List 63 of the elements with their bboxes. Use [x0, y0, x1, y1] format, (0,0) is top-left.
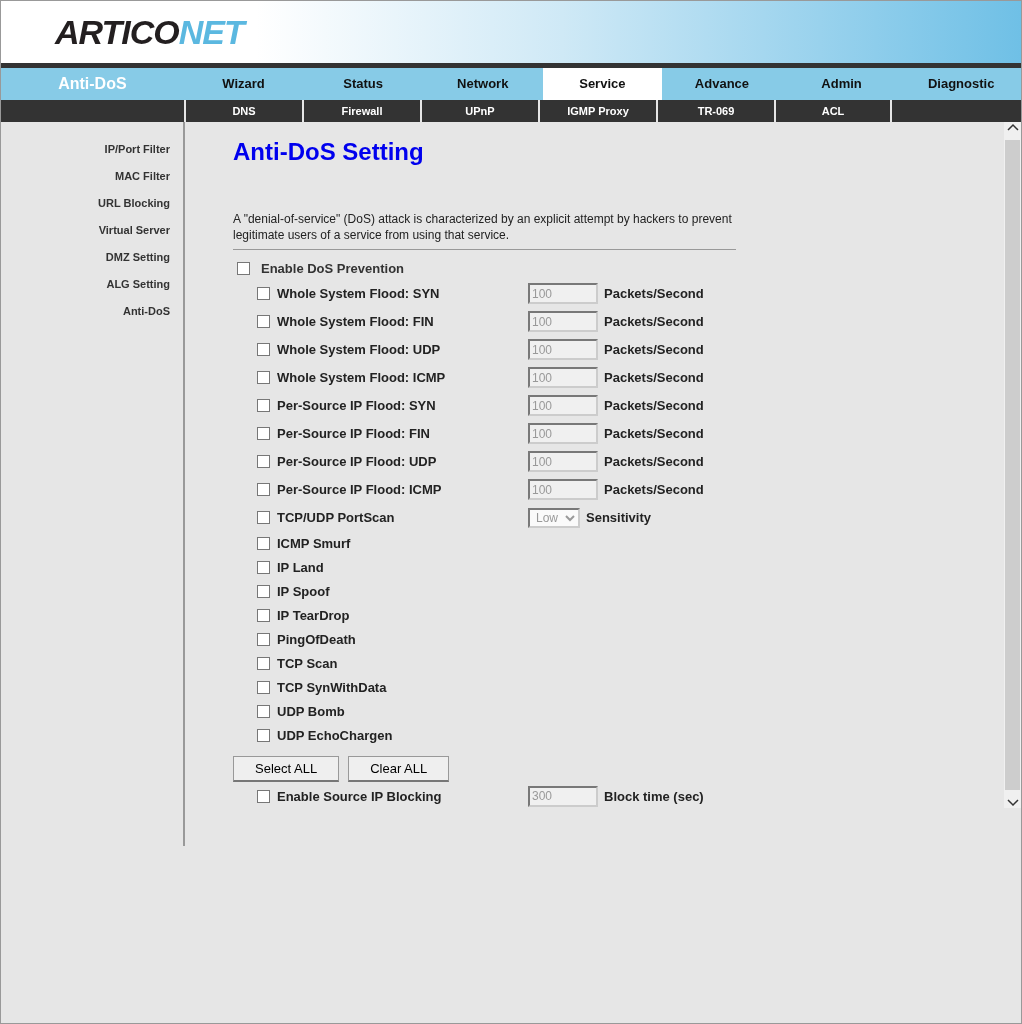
checkbox-label: TCP/UDP PortScan	[277, 509, 396, 528]
checkbox-label: TCP SynWithData	[277, 679, 388, 698]
checkbox[interactable]	[257, 585, 270, 599]
page-title: Anti-DoS Setting	[233, 138, 425, 167]
action-button[interactable]: Select ALL	[233, 755, 340, 783]
sub-tab[interactable]: ACL	[774, 100, 892, 122]
checkbox-label: Per-Source IP Flood: ICMP	[277, 481, 443, 500]
checkbox-label: UDP Bomb	[277, 703, 346, 722]
checkbox-label: IP TearDrop	[277, 607, 351, 626]
unit-label: Sensitivity	[586, 509, 652, 528]
checkbox-label: TCP Scan	[277, 655, 339, 674]
checkbox-label: IP Land	[277, 559, 325, 578]
checkbox-label: IP Spoof	[277, 583, 331, 602]
checkbox[interactable]	[257, 705, 270, 719]
checkbox-label: Whole System Flood: SYN	[277, 285, 441, 304]
checkbox[interactable]	[257, 681, 270, 695]
unit-label: Packets/Second	[604, 397, 704, 416]
unit-label: Packets/Second	[604, 481, 704, 500]
nav-tab[interactable]: Diagnostic	[901, 68, 1021, 100]
nav-tab[interactable]: Service	[542, 68, 663, 100]
checkbox[interactable]	[257, 609, 270, 623]
nav-tab[interactable]: Admin	[781, 68, 902, 100]
unit-label: Block time (sec)	[604, 787, 704, 806]
checkbox[interactable]	[257, 657, 270, 671]
sidebar-link[interactable]: MAC Filter	[1, 163, 170, 190]
nav-tab[interactable]: Status	[303, 68, 423, 100]
checkbox-label: Enable Source IP Blocking	[277, 787, 443, 806]
checkbox-label: ICMP Smurf	[277, 535, 352, 554]
unit-label: Packets/Second	[604, 369, 704, 388]
nav-tab[interactable]: Advance	[662, 68, 782, 100]
sidebar-link[interactable]: Virtual Server	[1, 217, 170, 244]
nav-tab[interactable]: Wizard	[183, 68, 304, 100]
checkbox-label: Whole System Flood: UDP	[277, 341, 442, 360]
unit-label: Packets/Second	[604, 285, 704, 304]
sidebar-link[interactable]: URL Blocking	[1, 190, 170, 217]
section-label: Anti-DoS	[57, 74, 128, 94]
checkbox[interactable]	[257, 537, 270, 551]
checkbox-label: Per-Source IP Flood: SYN	[277, 397, 437, 416]
sidebar-link[interactable]: DMZ Setting	[1, 244, 170, 271]
scroll-up-icon[interactable]	[1006, 122, 1019, 132]
checkbox-label: Enable DoS Prevention	[261, 260, 406, 279]
sidebar-link[interactable]: IP/Port Filter	[1, 136, 170, 163]
checkbox-label: PingOfDeath	[277, 631, 357, 650]
checkbox[interactable]	[257, 729, 270, 743]
checkbox-label: UDP EchoChargen	[277, 727, 394, 746]
unit-label: Packets/Second	[604, 313, 704, 332]
checkbox-label: Per-Source IP Flood: UDP	[277, 453, 438, 472]
action-button[interactable]: Clear ALL	[348, 755, 450, 783]
description-text: A "denial-of-service" (DoS) attack is characterized by an explicit attempt by hackers to prevent legitimate users of a service from using that service.	[233, 210, 733, 243]
scroll-down-icon[interactable]	[1006, 798, 1019, 808]
checkbox[interactable]	[257, 561, 270, 575]
unit-label: Packets/Second	[604, 341, 704, 360]
checkbox-label: Whole System Flood: ICMP	[277, 369, 447, 388]
checkbox[interactable]	[257, 633, 270, 647]
checkbox-label: Per-Source IP Flood: FIN	[277, 425, 431, 444]
scrollbar[interactable]	[1004, 122, 1021, 808]
unit-label: Packets/Second	[604, 453, 704, 472]
checkbox[interactable]	[237, 262, 250, 276]
sidebar-link[interactable]: ALG Setting	[1, 271, 170, 298]
sidebar-link[interactable]: Anti-DoS	[1, 298, 170, 325]
checkbox-label: Whole System Flood: FIN	[277, 313, 435, 332]
unit-label: Packets/Second	[604, 425, 704, 444]
nav-tab[interactable]: Network	[422, 68, 543, 100]
